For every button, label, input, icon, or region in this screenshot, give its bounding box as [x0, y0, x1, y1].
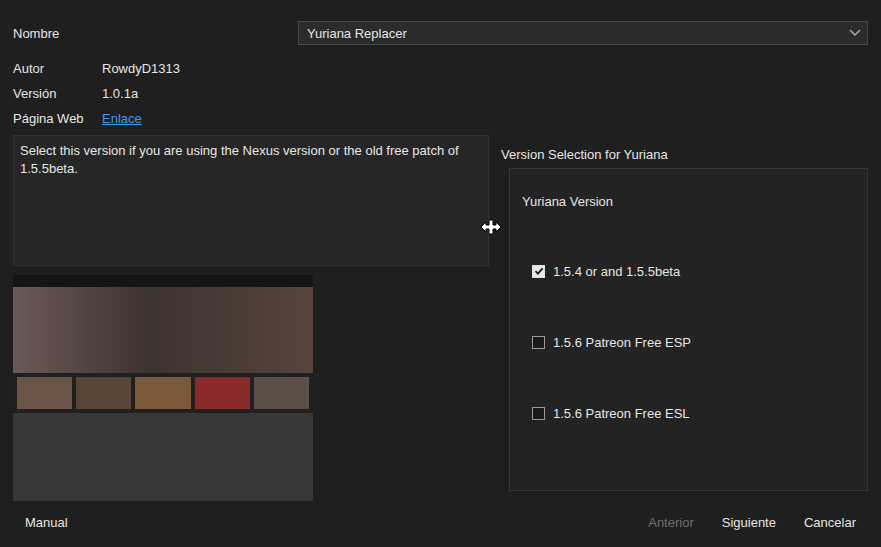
installer-dialog: NombreYuriana ReplacerAutorRowdyD1313Ver… [0, 0, 881, 547]
info-grid: AutorRowdyD1313Versión1.0.1aPágina WebEn… [13, 56, 868, 131]
left-column: Select this version if you are using the… [13, 135, 489, 501]
description-box: Select this version if you are using the… [13, 135, 489, 266]
chevron-down-icon [849, 29, 861, 37]
field-label: Página Web [13, 111, 102, 126]
manual-button[interactable]: Manual [13, 511, 80, 534]
option-label: 1.5.6 Patreon Free ESL [553, 406, 690, 421]
checkbox[interactable] [532, 336, 545, 349]
nav-button[interactable]: Cancelar [792, 511, 868, 534]
option-group-title: Yuriana Version [522, 193, 855, 211]
nav-button[interactable]: Siguiente [710, 511, 788, 534]
footer: Manual AnteriorSiguienteCancelar [13, 508, 868, 536]
nav-button[interactable]: Anterior [636, 511, 706, 534]
checkbox[interactable] [532, 265, 545, 278]
name-label: Nombre [13, 26, 298, 41]
option-list: 1.5.4 or and 1.5.5beta 1.5.6 Patreon Free… [522, 262, 855, 422]
right-column: Version Selection for Yuriana Yuriana Ver… [489, 135, 868, 501]
option-label: 1.5.6 Patreon Free ESP [553, 335, 691, 350]
preview-image [13, 275, 313, 501]
content: Select this version if you are using the… [13, 135, 868, 501]
field-value: RowdyD1313 [102, 61, 868, 76]
field-label: Versión [13, 86, 102, 101]
resize-cursor-icon [480, 219, 502, 235]
check-icon [534, 266, 544, 276]
option-checkbox[interactable]: 1.5.4 or and 1.5.5beta [532, 262, 855, 280]
option-label: 1.5.4 or and 1.5.5beta [553, 264, 680, 279]
option-checkbox[interactable]: 1.5.6 Patreon Free ESL [532, 404, 855, 422]
name-dropdown[interactable]: Yuriana Replacer [298, 21, 868, 45]
web-link[interactable]: Enlace [102, 111, 868, 126]
option-group: Yuriana Version1.5.4 or and 1.5.5beta1.5… [509, 168, 868, 491]
name-row: NombreYuriana Replacer [13, 21, 868, 45]
option-checkbox[interactable]: 1.5.6 Patreon Free ESP [532, 333, 855, 351]
nav-buttons: AnteriorSiguienteCancelar [636, 511, 868, 534]
checkbox[interactable] [532, 407, 545, 420]
field-label: Autor [13, 61, 102, 76]
field-value: 1.0.1a [102, 86, 868, 101]
group-title: Version Selection for Yuriana [501, 146, 868, 164]
